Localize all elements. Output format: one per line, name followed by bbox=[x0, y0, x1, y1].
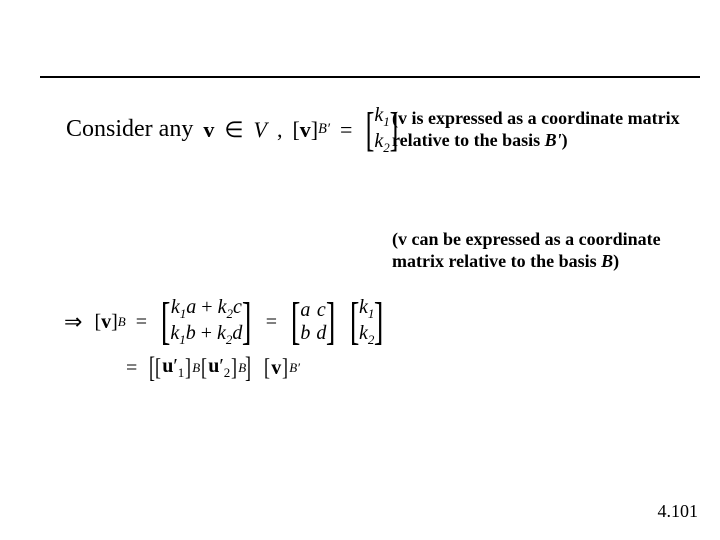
u1-sub: 1 bbox=[178, 365, 185, 380]
bracket-v-B: [v]B bbox=[94, 311, 125, 334]
lbr: [ bbox=[94, 311, 101, 334]
m2-c: c bbox=[317, 299, 326, 322]
sub-Bprime: B′ bbox=[318, 121, 330, 138]
column-inner: k1 k2 bbox=[374, 104, 389, 156]
note2-B: B bbox=[601, 251, 613, 271]
k-top: k bbox=[374, 104, 383, 126]
m1r1-a: a bbox=[186, 296, 196, 318]
vec-v4: v bbox=[271, 357, 281, 380]
lbr-vBp: [ bbox=[264, 357, 270, 379]
u2-sub: 2 bbox=[224, 365, 231, 380]
lbracket-big: [ bbox=[366, 108, 375, 152]
m2-d: d bbox=[316, 322, 326, 345]
row-consider: Consider any v ∈ V , [v]B′ = [ k1 k2 ] bbox=[66, 104, 402, 156]
rbracket-m2: ] bbox=[326, 299, 336, 345]
k-bot: k bbox=[374, 130, 383, 152]
sub-Bprime-2: B′ bbox=[289, 360, 300, 376]
lbracket-m3: [ bbox=[350, 299, 360, 345]
lbracket: [ bbox=[292, 117, 299, 143]
note1-close: ) bbox=[562, 130, 568, 150]
m2-col1: a b bbox=[300, 299, 310, 345]
bracket-v-Bprime: [v]B′ bbox=[292, 117, 330, 143]
bracket-u1: [ u′1 ] B bbox=[154, 355, 200, 381]
rbracket-m1: ] bbox=[242, 299, 252, 345]
lbr-u2: [ bbox=[201, 357, 207, 379]
lbracket-m1: [ bbox=[161, 299, 171, 345]
sub-B: B bbox=[118, 314, 126, 330]
m1r2-b: b bbox=[186, 322, 196, 344]
lbracket-m2: [ bbox=[291, 299, 301, 345]
note2-text: can be expressed as a coordinate matrix … bbox=[392, 229, 661, 271]
slide: Consider any v ∈ V , [v]B′ = [ k1 k2 ] (… bbox=[0, 0, 720, 540]
u2: u bbox=[208, 355, 219, 377]
note1-v: v bbox=[398, 108, 407, 128]
m1-col: k1a + k2c k1b + k2d bbox=[170, 296, 242, 348]
rbr: ] bbox=[111, 311, 118, 334]
note-1: (v is expressed as a coordinate matrix r… bbox=[392, 108, 692, 151]
lbr-u1: [ bbox=[155, 357, 161, 379]
rbracket-outer: ] bbox=[245, 357, 251, 379]
rbr-u2: ] bbox=[231, 357, 237, 379]
rbr-u1: ] bbox=[185, 357, 191, 379]
m1r1-k1: k bbox=[171, 296, 180, 318]
m3-k1: k bbox=[359, 296, 368, 318]
equals-3: = bbox=[126, 357, 137, 380]
eq-line-2: = [ [ u′1 ] B [ u′2 ] B ] bbox=[122, 348, 388, 388]
vec-v: v bbox=[203, 117, 214, 143]
m2-b: b bbox=[300, 322, 310, 345]
text-consider: Consider any bbox=[66, 116, 193, 143]
comma: , bbox=[277, 117, 283, 143]
note2-close: ) bbox=[613, 251, 619, 271]
equation-block: ⇒ [v]B = [ k1a + k2c k1b + k2d ] = bbox=[64, 296, 388, 388]
horizontal-rule bbox=[40, 76, 700, 78]
matrix-k-col: [ k1 k2 ] bbox=[346, 296, 388, 348]
note-2: (v can be expressed as a coordinate matr… bbox=[392, 229, 692, 272]
matrix-ac-bd: [ a b c d ] bbox=[287, 299, 340, 345]
page-number: 4.101 bbox=[658, 501, 699, 522]
implies-symbol: ⇒ bbox=[64, 309, 82, 335]
outer-bracket: [ [ u′1 ] B [ u′2 ] B ] bbox=[147, 355, 253, 381]
m1r2-k2: k bbox=[217, 322, 226, 344]
rbr-vBp: ] bbox=[282, 357, 288, 379]
m1r2-plus: + bbox=[196, 322, 217, 344]
note2-v: v bbox=[398, 229, 407, 249]
m1r2-k1: k bbox=[170, 322, 179, 344]
note1-Bprime: B' bbox=[545, 130, 562, 150]
rbracket: ] bbox=[311, 117, 318, 143]
vec-v3: v bbox=[101, 311, 111, 334]
equals-1: = bbox=[136, 311, 147, 334]
in-symbol: ∈ bbox=[224, 117, 243, 143]
matrix-expanded: [ k1a + k2c k1b + k2d ] bbox=[157, 296, 256, 348]
math-row1: v ∈ V , [v]B′ = [ k1 k2 ] bbox=[203, 104, 401, 156]
vec-v2: v bbox=[300, 117, 311, 143]
set-V: V bbox=[253, 117, 266, 143]
bracket-u2: [ u′2 ] B bbox=[200, 355, 246, 381]
eq-line-1: ⇒ [v]B = [ k1a + k2c k1b + k2d ] = bbox=[64, 296, 388, 348]
equals-2: = bbox=[266, 311, 277, 334]
m1r1-c: c bbox=[233, 296, 242, 318]
m2-a: a bbox=[300, 299, 310, 322]
rbracket-m3: ] bbox=[374, 299, 384, 345]
equals: = bbox=[340, 117, 352, 143]
m1r1-plus: + bbox=[196, 296, 217, 318]
note1-text: is expressed as a coordinate matrix rela… bbox=[392, 108, 680, 150]
u1: u bbox=[162, 355, 173, 377]
u1-B: B bbox=[192, 360, 200, 376]
m2-col2: c d bbox=[316, 299, 326, 345]
m3-k2: k bbox=[359, 322, 368, 344]
m3-col: k1 k2 bbox=[359, 296, 374, 348]
bracket-v-Bprime-2: [ v ] B′ bbox=[263, 357, 300, 380]
